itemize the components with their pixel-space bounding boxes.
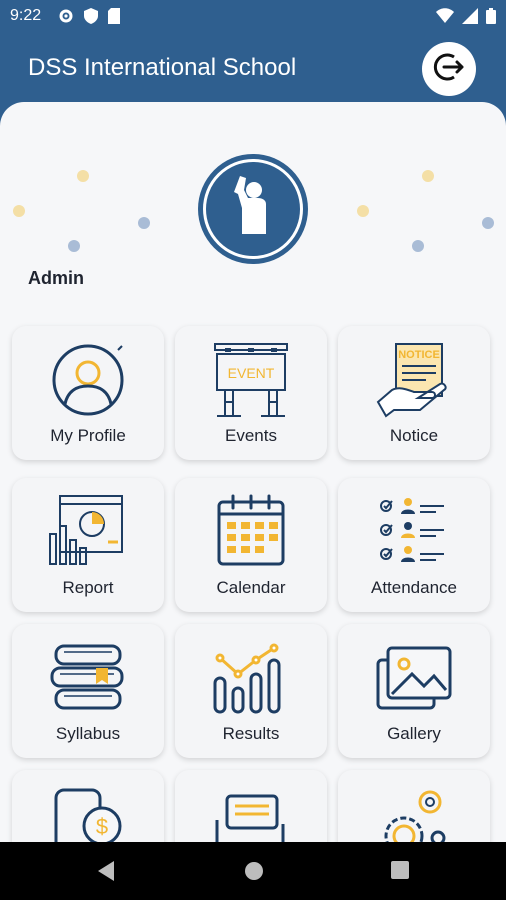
report-chart-icon (48, 492, 128, 572)
books-icon (48, 638, 128, 718)
decor-dot (482, 217, 494, 229)
shield-icon (84, 8, 98, 29)
attendance-checklist-icon (374, 492, 454, 572)
gallery-image-icon (374, 638, 454, 718)
tile-events[interactable]: EVENT Events (175, 326, 327, 460)
settings-icon (58, 8, 74, 29)
tile-label: My Profile (50, 426, 126, 445)
app-bar: DSS International School (0, 32, 506, 112)
tile-attendance[interactable]: Attendance (338, 478, 490, 612)
battery-icon (486, 8, 496, 29)
recents-button[interactable] (390, 860, 410, 885)
tile-label: Results (222, 724, 280, 743)
dashboard-content: Admin My Profile EVENT Events NOTICE Not… (0, 102, 506, 842)
gears-icon (374, 784, 454, 842)
home-button[interactable] (243, 860, 265, 887)
tile-results[interactable]: Results (175, 624, 327, 758)
fee-payment-icon: $ (48, 784, 128, 842)
back-button[interactable] (96, 860, 116, 887)
tile-syllabus[interactable]: Syllabus (12, 624, 164, 758)
tile-label: Attendance (370, 578, 457, 597)
tile-my-profile[interactable]: My Profile (12, 326, 164, 460)
user-raising-hand-icon (218, 172, 288, 247)
sim-card-icon (108, 8, 120, 29)
decor-dot (77, 170, 89, 182)
notice-icon: NOTICE (374, 340, 454, 420)
notice-icon-text: NOTICE (398, 349, 440, 361)
tile-label: Syllabus (55, 724, 121, 743)
tile-report[interactable]: Report (12, 478, 164, 612)
decor-dot (13, 205, 25, 217)
avatar[interactable] (198, 154, 308, 264)
decor-dot (138, 217, 150, 229)
app-title: DSS International School (28, 54, 297, 81)
tile-label: Notice (389, 426, 439, 445)
decor-dot (68, 240, 80, 252)
signal-icon (462, 8, 478, 29)
tile-label: Report (62, 578, 114, 597)
status-bar: 9:22 (0, 0, 506, 32)
status-time: 9:22 (10, 7, 42, 24)
tile-calendar[interactable]: Calendar (175, 478, 327, 612)
decor-dot (357, 205, 369, 217)
tile-notice[interactable]: NOTICE Notice (338, 326, 490, 460)
decor-dot (422, 170, 434, 182)
tile-settings[interactable] (338, 770, 490, 842)
user-profile-icon (48, 340, 128, 420)
tile-label: Gallery (387, 724, 441, 743)
navigation-bar (0, 842, 506, 900)
username-label: Admin (28, 268, 84, 288)
event-billboard-icon: EVENT (211, 340, 291, 420)
calendar-icon (211, 492, 291, 572)
decor-dot (412, 240, 424, 252)
svg-text:$: $ (96, 814, 108, 839)
tile-fees[interactable]: $ (12, 770, 164, 842)
logout-button[interactable] (422, 42, 476, 96)
results-chart-icon (211, 638, 291, 718)
wifi-icon (436, 8, 454, 29)
tile-messages[interactable] (175, 770, 327, 842)
event-icon-text: EVENT (228, 365, 275, 381)
tile-label: Calendar (216, 578, 286, 597)
logout-icon (432, 50, 466, 89)
tile-gallery[interactable]: Gallery (338, 624, 490, 758)
tile-label: Events (225, 426, 277, 445)
chat-message-icon (211, 784, 291, 842)
